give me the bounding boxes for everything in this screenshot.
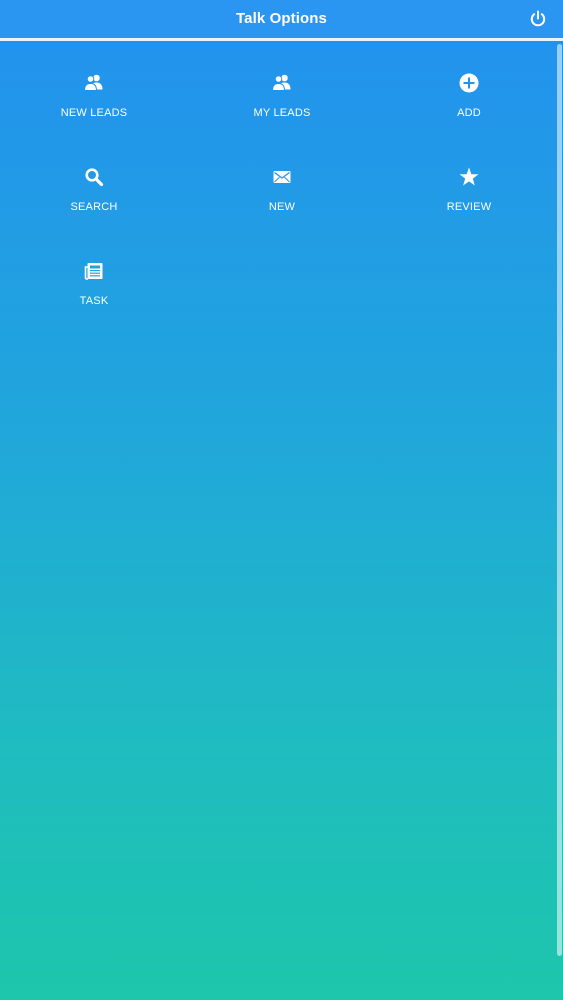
new-leads-label: NEW LEADS: [60, 107, 128, 119]
new-label: NEW: [268, 201, 296, 213]
search-button[interactable]: SEARCH: [19, 166, 169, 228]
my-leads-button[interactable]: MY LEADS: [207, 72, 357, 134]
review-label: REVIEW: [446, 201, 492, 213]
scrollbar[interactable]: [557, 44, 562, 956]
search-icon: [83, 166, 105, 188]
new-leads-button[interactable]: NEW LEADS: [19, 72, 169, 134]
app-screen: Talk Options NEW LEADS MY LEADS ADD SEAR…: [0, 0, 563, 1000]
power-icon[interactable]: [529, 10, 547, 28]
mail-icon: [271, 166, 293, 188]
users-icon: [271, 72, 293, 94]
search-label: SEARCH: [70, 201, 118, 213]
my-leads-label: MY LEADS: [253, 107, 311, 119]
task-label: TASK: [79, 295, 109, 307]
star-icon: [458, 166, 480, 188]
add-label: ADD: [457, 107, 481, 119]
review-button[interactable]: REVIEW: [394, 166, 544, 228]
page-title: Talk Options: [236, 10, 327, 27]
add-button[interactable]: ADD: [394, 72, 544, 134]
plus-circle-icon: [458, 72, 480, 94]
header-divider: [0, 38, 563, 41]
top-bar: Talk Options: [0, 0, 563, 38]
task-button[interactable]: TASK: [19, 260, 169, 322]
newspaper-icon: [83, 260, 105, 282]
users-icon: [83, 72, 105, 94]
new-message-button[interactable]: NEW: [207, 166, 357, 228]
